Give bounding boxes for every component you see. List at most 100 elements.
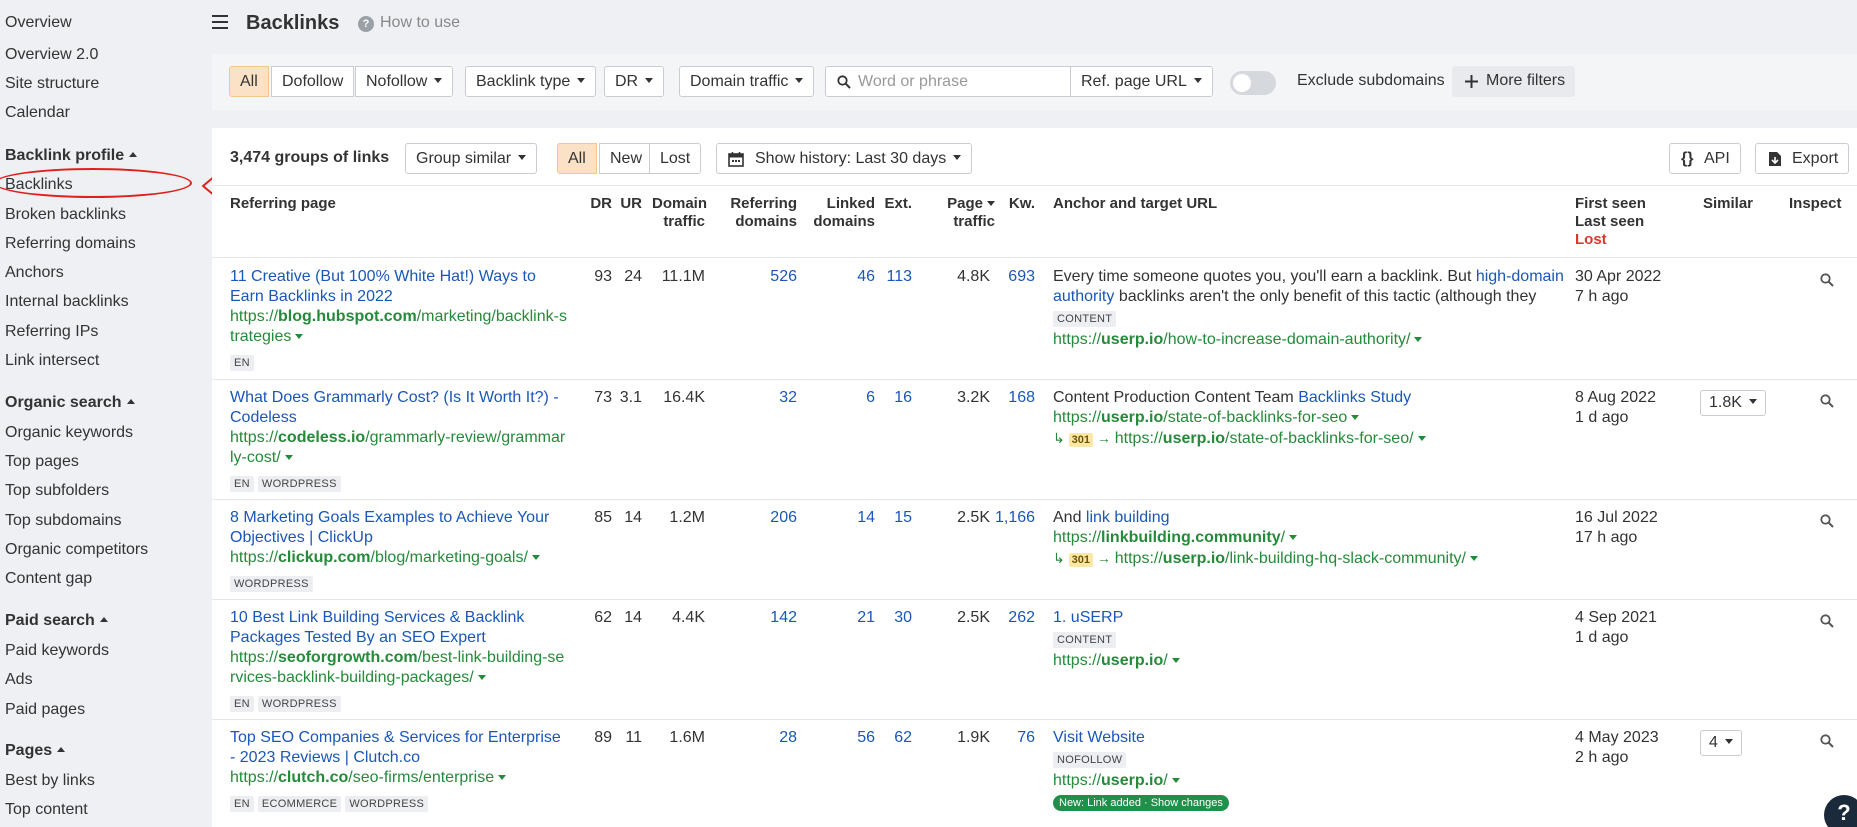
referring-page-title[interactable]: 11 Creative (But 100% White Hat!) Ways t… <box>230 267 570 307</box>
hamburger-menu-icon[interactable] <box>212 15 228 29</box>
tab-lost[interactable]: Lost <box>649 143 702 174</box>
sidebar-item-organic-keywords[interactable]: Organic keywords <box>5 424 133 442</box>
inspect-search-icon[interactable] <box>1820 514 1834 528</box>
tab-all[interactable]: All <box>557 143 597 174</box>
sidebar-item-ads[interactable]: Ads <box>5 671 33 689</box>
sidebar-item-organic-competitors[interactable]: Organic competitors <box>5 541 148 559</box>
filter-nofollow-dropdown[interactable]: Nofollow <box>355 66 454 97</box>
similar-dropdown[interactable]: 4 <box>1700 730 1742 756</box>
target-url[interactable]: https://linkbuilding.community/ <box>1053 528 1563 548</box>
sidebar-item-calendar[interactable]: Calendar <box>5 104 70 122</box>
inspect-search-icon[interactable] <box>1820 394 1834 408</box>
inspect-search-icon[interactable] <box>1820 614 1834 628</box>
anchor-link[interactable]: Backlinks Study <box>1298 389 1411 406</box>
linked-domains-value[interactable]: 46 <box>802 267 875 287</box>
referring-page-url[interactable]: https://blog.hubspot.com/marketing/backl… <box>230 307 570 327</box>
col-anchor-target[interactable]: Anchor and target URL <box>1053 195 1217 213</box>
tab-new[interactable]: New <box>599 143 654 174</box>
sidebar-item-broken-backlinks[interactable]: Broken backlinks <box>5 206 126 224</box>
redirect-url[interactable]: ↳ 301 → https://userp.io/link-building-h… <box>1053 548 1563 569</box>
sidebar-item-paid-pages[interactable]: Paid pages <box>5 701 85 719</box>
ref-domains-value[interactable]: 28 <box>712 728 797 748</box>
redirect-url[interactable]: ↳ 301 → https://userp.io/state-of-backli… <box>1053 428 1563 449</box>
anchor-link[interactable]: high-domain <box>1476 268 1564 285</box>
sidebar-item-referring-domains[interactable]: Referring domains <box>5 235 136 253</box>
sidebar-item-link-intersect[interactable]: Link intersect <box>5 352 99 370</box>
sidebar-item-paid-keywords[interactable]: Paid keywords <box>5 642 109 660</box>
sidebar-item-overview-2[interactable]: Overview 2.0 <box>5 46 98 64</box>
ref-page-url-dropdown[interactable]: Ref. page URL <box>1070 66 1213 97</box>
ext-value[interactable]: 30 <box>872 608 912 628</box>
sidebar-item-content-gap[interactable]: Content gap <box>5 570 92 588</box>
new-link-badge[interactable]: New: Link added · Show changes <box>1053 795 1229 811</box>
target-url[interactable]: https://userp.io/how-to-increase-domain-… <box>1053 330 1563 350</box>
export-button[interactable]: Export <box>1755 143 1850 174</box>
referring-page-title[interactable]: What Does Grammarly Cost? (Is It Worth I… <box>230 388 570 428</box>
sidebar-section-pages[interactable]: Pages <box>5 742 66 760</box>
ext-value[interactable]: 62 <box>872 728 912 748</box>
search-input[interactable]: Word or phrase <box>825 66 1071 97</box>
target-url[interactable]: https://userp.io/state-of-backlinks-for-… <box>1053 408 1563 428</box>
target-url[interactable]: https://userp.io/ <box>1053 651 1563 671</box>
kw-value[interactable]: 168 <box>995 388 1035 408</box>
similar-dropdown[interactable]: 1.8K <box>1700 390 1766 416</box>
inspect-search-icon[interactable] <box>1820 734 1834 748</box>
sidebar-section-organic-search[interactable]: Organic search <box>5 394 135 412</box>
inspect-search-icon[interactable] <box>1820 273 1834 287</box>
group-similar-dropdown[interactable]: Group similar <box>405 143 538 174</box>
api-button[interactable]: {} API <box>1669 143 1741 174</box>
ext-value[interactable]: 113 <box>872 267 912 287</box>
referring-page-url[interactable]: https://clickup.com/blog/marketing-goals… <box>230 548 570 568</box>
kw-value[interactable]: 1,166 <box>995 508 1035 528</box>
filter-dofollow-button[interactable]: Dofollow <box>271 66 355 97</box>
referring-page-title[interactable]: Top SEO Companies & Services for Enterpr… <box>230 728 570 768</box>
sidebar-section-backlink-profile[interactable]: Backlink profile <box>5 147 138 165</box>
col-domain-traffic[interactable]: Domain traffic <box>652 195 707 231</box>
more-filters-button[interactable]: More filters <box>1452 66 1576 97</box>
filter-dr-dropdown[interactable]: DR <box>604 66 665 97</box>
sidebar-item-overview[interactable]: Overview <box>5 14 72 32</box>
sidebar-item-top-pages[interactable]: Top pages <box>5 453 79 471</box>
ref-domains-value[interactable]: 526 <box>712 267 797 287</box>
referring-page-title[interactable]: 10 Best Link Building Services & Backlin… <box>230 608 570 648</box>
col-kw[interactable]: Kw. <box>995 195 1035 213</box>
kw-value[interactable]: 693 <box>995 267 1035 287</box>
col-referring-domains[interactable]: Referring domains <box>712 195 797 231</box>
filter-domain-traffic-dropdown[interactable]: Domain traffic <box>679 66 815 97</box>
ext-value[interactable]: 16 <box>872 388 912 408</box>
help-chat-button[interactable]: ? <box>1824 795 1857 827</box>
linked-domains-value[interactable]: 21 <box>802 608 875 628</box>
col-linked-domains[interactable]: Linked domains <box>802 195 875 231</box>
filter-all-button[interactable]: All <box>229 66 269 97</box>
referring-page-url-cont[interactable]: trategies <box>230 327 570 347</box>
referring-page-title[interactable]: 8 Marketing Goals Examples to Achieve Yo… <box>230 508 570 548</box>
target-url[interactable]: https://userp.io/ <box>1053 771 1563 791</box>
col-ur[interactable]: UR <box>612 195 642 213</box>
sidebar-item-best-by-links[interactable]: Best by links <box>5 772 95 790</box>
linked-domains-value[interactable]: 14 <box>802 508 875 528</box>
col-ext[interactable]: Ext. <box>872 195 912 213</box>
sidebar-item-referring-ips[interactable]: Referring IPs <box>5 323 98 341</box>
kw-value[interactable]: 262 <box>995 608 1035 628</box>
referring-page-url[interactable]: https://seoforgrowth.com/best-link-build… <box>230 648 570 668</box>
sidebar-section-paid-search[interactable]: Paid search <box>5 612 108 630</box>
sidebar-item-site-structure[interactable]: Site structure <box>5 75 99 93</box>
referring-page-url[interactable]: https://clutch.co/seo-firms/enterprise <box>230 768 570 788</box>
how-to-use-link[interactable]: How to use <box>380 14 460 32</box>
col-page-traffic[interactable]: Page traffic <box>917 195 995 231</box>
anchor-link[interactable]: Visit Website <box>1053 728 1563 748</box>
ref-domains-value[interactable]: 206 <box>712 508 797 528</box>
sidebar-item-top-subdomains[interactable]: Top subdomains <box>5 512 122 530</box>
exclude-subdomains-toggle[interactable] <box>1230 71 1276 95</box>
anchor-link[interactable]: authority <box>1053 288 1114 305</box>
anchor-link[interactable]: link building <box>1086 509 1170 526</box>
col-first-last-seen[interactable]: First seen Last seen Lost <box>1575 195 1646 249</box>
referring-page-url[interactable]: https://codeless.io/grammarly-review/gra… <box>230 428 570 448</box>
sidebar-item-top-subfolders[interactable]: Top subfolders <box>5 482 109 500</box>
col-similar[interactable]: Similar <box>1703 195 1753 213</box>
show-history-dropdown[interactable]: Show history: Last 30 days <box>716 143 973 174</box>
ref-domains-value[interactable]: 142 <box>712 608 797 628</box>
question-icon[interactable]: ? <box>358 16 374 32</box>
col-dr[interactable]: DR <box>572 195 612 213</box>
linked-domains-value[interactable]: 56 <box>802 728 875 748</box>
